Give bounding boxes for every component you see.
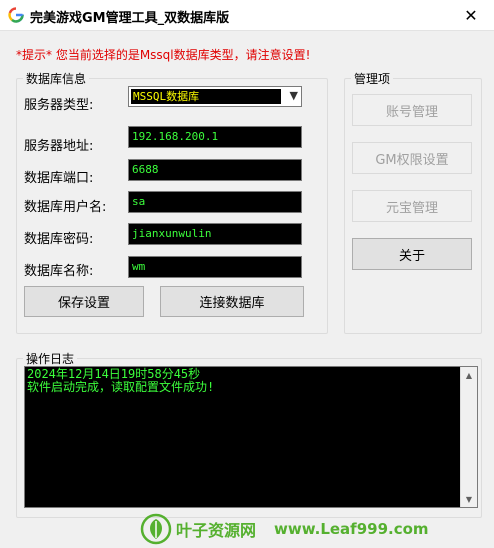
title-bar: 完美游戏GM管理工具_双数据库版 ✕ bbox=[0, 0, 494, 31]
close-button[interactable]: ✕ bbox=[448, 0, 494, 30]
operation-log-legend: 操作日志 bbox=[26, 352, 75, 366]
log-scrollbar[interactable]: ▲ ▼ bbox=[460, 367, 477, 507]
window-title: 完美游戏GM管理工具_双数据库版 bbox=[30, 11, 230, 26]
account-management-button[interactable]: 账号管理 bbox=[352, 94, 472, 126]
gm-permission-button[interactable]: GM权限设置 bbox=[352, 142, 472, 174]
server-address-label: 服务器地址: bbox=[24, 139, 94, 154]
leaf-logo-icon bbox=[140, 513, 172, 545]
server-address-input[interactable]: 192.168.200.1 bbox=[128, 126, 302, 148]
dbname-label: 数据库名称: bbox=[24, 264, 94, 279]
watermark-site-name: 叶子资源网 bbox=[176, 521, 257, 540]
yuanbao-management-button[interactable]: 元宝管理 bbox=[352, 190, 472, 222]
scroll-down-icon[interactable]: ▼ bbox=[461, 491, 477, 507]
log-line: 软件启动完成，读取配置文件成功! bbox=[27, 380, 215, 394]
save-settings-button[interactable]: 保存设置 bbox=[24, 286, 144, 317]
password-input[interactable]: jianxunwulin bbox=[128, 223, 302, 245]
log-textarea[interactable]: 2024年12月14日19时58分45秒 软件启动完成，读取配置文件成功! ▲ … bbox=[24, 366, 478, 508]
chevron-down-icon[interactable]: ▼ bbox=[290, 89, 298, 102]
management-legend: 管理项 bbox=[354, 72, 391, 86]
username-input[interactable]: sa bbox=[128, 191, 302, 213]
port-input[interactable]: 6688 bbox=[128, 159, 302, 181]
dbname-input[interactable]: wm bbox=[128, 256, 302, 278]
server-type-value: MSSQL数据库 bbox=[131, 89, 281, 104]
db-type-warning: *提示* 您当前选择的是Mssql数据库类型，请注意设置! bbox=[16, 48, 311, 62]
database-info-legend: 数据库信息 bbox=[26, 72, 87, 86]
app-logo-icon bbox=[8, 7, 24, 23]
password-label: 数据库密码: bbox=[24, 232, 94, 247]
close-icon: ✕ bbox=[464, 5, 478, 25]
scroll-up-icon[interactable]: ▲ bbox=[461, 367, 477, 383]
connect-database-button[interactable]: 连接数据库 bbox=[160, 286, 304, 317]
server-type-select[interactable]: MSSQL数据库 ▼ bbox=[128, 86, 302, 107]
server-type-label: 服务器类型: bbox=[24, 98, 94, 113]
username-label: 数据库用户名: bbox=[24, 200, 107, 215]
watermark: 叶子资源网 www.Leaf999.com bbox=[140, 513, 470, 545]
port-label: 数据库端口: bbox=[24, 171, 94, 186]
about-button[interactable]: 关于 bbox=[352, 238, 472, 270]
watermark-url: www.Leaf999.com bbox=[274, 520, 429, 538]
